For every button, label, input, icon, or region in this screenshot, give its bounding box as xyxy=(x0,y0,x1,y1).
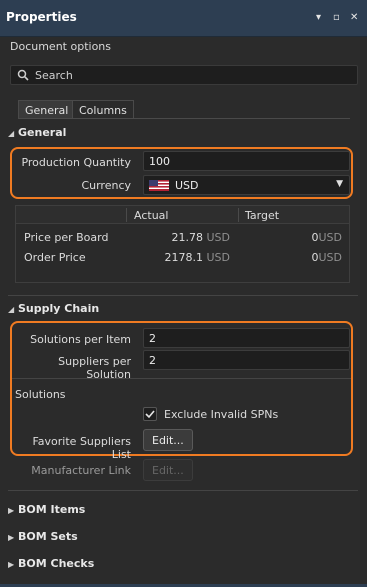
section-divider xyxy=(8,295,358,296)
row-label: Order Price xyxy=(24,251,86,264)
currency-select[interactable]: USD ▼ xyxy=(143,175,350,195)
collapsed-triangle-icon: ▶ xyxy=(8,533,15,542)
row-label: Price per Board xyxy=(24,231,109,244)
collapsed-triangle-icon: ▶ xyxy=(8,506,15,515)
target-value: 0USD xyxy=(238,251,342,264)
target-unit: USD xyxy=(318,251,342,264)
bom-sets-section-header[interactable]: ▶ BOM Sets xyxy=(8,530,78,543)
actual-unit: USD xyxy=(206,231,230,244)
section-divider xyxy=(8,490,358,491)
document-options-label: Document options xyxy=(10,40,111,53)
solutions-divider xyxy=(12,378,351,379)
target-unit: USD xyxy=(318,231,342,244)
bom-sets-title: BOM Sets xyxy=(18,530,78,543)
actual-amount: 2178.1 xyxy=(164,251,203,264)
column-header-target: Target xyxy=(245,209,280,222)
column-header-actual: Actual xyxy=(134,209,169,222)
expanded-triangle-icon: ◢ xyxy=(8,305,15,314)
tab-underline xyxy=(18,118,350,119)
actual-amount: 21.78 xyxy=(171,231,203,244)
solutions-per-item-label: Solutions per Item xyxy=(30,333,131,346)
chevron-down-icon: ▼ xyxy=(336,179,343,189)
manufacturer-link-edit-button: Edit... xyxy=(143,459,193,481)
checkmark-icon xyxy=(145,410,155,419)
bom-items-section-header[interactable]: ▶ BOM Items xyxy=(8,503,85,516)
actual-unit: USD xyxy=(206,251,230,264)
favorite-suppliers-edit-button[interactable]: Edit... xyxy=(143,429,193,451)
column-divider xyxy=(126,208,127,222)
actual-value: 21.78 USD xyxy=(126,231,230,244)
actual-value: 2178.1 USD xyxy=(126,251,230,264)
pin-menu-icon[interactable]: ▾ xyxy=(316,13,321,23)
target-value: 0USD xyxy=(238,231,342,244)
search-icon xyxy=(17,69,29,84)
tab-general[interactable]: General xyxy=(18,100,76,119)
column-divider xyxy=(238,208,239,222)
production-quantity-label: Production Quantity xyxy=(21,156,131,169)
suppliers-per-solution-field[interactable]: 2 xyxy=(143,350,350,370)
close-icon[interactable]: ✕ xyxy=(350,13,358,23)
bom-items-title: BOM Items xyxy=(18,503,86,516)
panel-title: Properties xyxy=(6,10,77,24)
search-input[interactable]: Search xyxy=(10,65,358,85)
price-table-header: Actual Target xyxy=(16,206,349,224)
production-quantity-field[interactable]: 100 xyxy=(143,151,350,171)
tab-columns[interactable]: Columns xyxy=(72,100,134,119)
manufacturer-link-label: Manufacturer Link xyxy=(31,464,131,477)
collapsed-triangle-icon: ▶ xyxy=(8,560,15,569)
favorite-suppliers-label: Favorite Suppliers List xyxy=(32,435,131,461)
supply-chain-section-title: Supply Chain xyxy=(18,302,100,315)
panel-titlebar: Properties ▾ ▫ ✕ xyxy=(0,0,367,37)
price-table: Actual Target Price per Board 21.78 USD … xyxy=(15,205,350,283)
solutions-label: Solutions xyxy=(15,388,66,401)
bom-checks-title: BOM Checks xyxy=(18,557,95,570)
exclude-invalid-spns-checkbox[interactable] xyxy=(143,407,157,421)
supply-chain-section-header[interactable]: ◢ Supply Chain xyxy=(8,302,99,315)
currency-value: USD xyxy=(175,179,199,192)
general-section-header[interactable]: ◢ General xyxy=(8,126,66,139)
solutions-per-item-field[interactable]: 2 xyxy=(143,328,350,348)
us-flag-icon xyxy=(149,180,169,191)
general-section-title: General xyxy=(18,126,67,139)
expanded-triangle-icon: ◢ xyxy=(8,129,15,138)
search-placeholder: Search xyxy=(35,69,73,82)
maximize-icon[interactable]: ▫ xyxy=(333,13,340,23)
currency-label: Currency xyxy=(81,179,131,192)
bom-checks-section-header[interactable]: ▶ BOM Checks xyxy=(8,557,94,570)
exclude-invalid-spns-label: Exclude Invalid SPNs xyxy=(164,408,279,421)
